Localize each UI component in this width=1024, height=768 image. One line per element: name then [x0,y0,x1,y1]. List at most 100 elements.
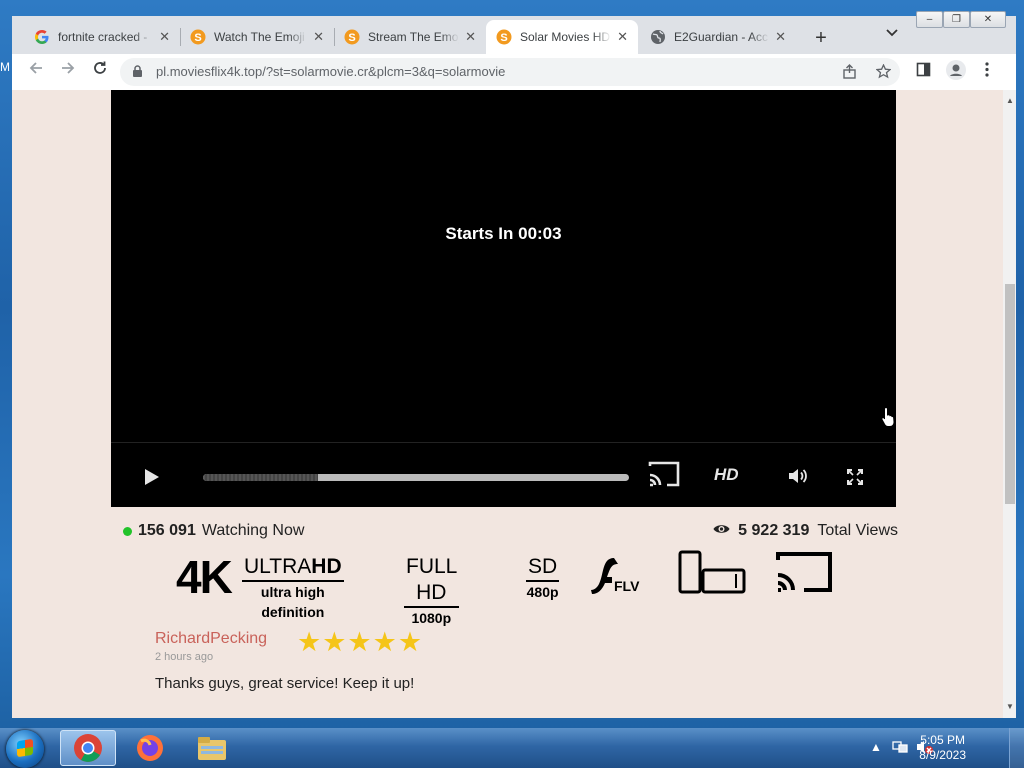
network-icon[interactable] [892,739,908,758]
hd-text: HD [311,555,342,578]
fullhd-text: FULL HD [404,554,459,608]
taskbar-firefox[interactable] [122,730,178,766]
desktop-edge-letter: M [0,60,10,74]
total-views-stat: 5 922 319 Total Views [713,522,898,540]
page-scrollbar[interactable]: ▲ ▼ [1003,90,1016,718]
play-icon[interactable] [142,468,160,491]
reload-icon [94,61,106,74]
countdown-text: Starts In 00:03 [445,224,562,243]
taskbar-chrome[interactable] [60,730,116,766]
close-window-button[interactable]: ✕ [970,11,1006,28]
new-tab-button[interactable]: + [807,25,835,53]
clock-date: 8/9/2023 [919,748,966,762]
tab-strip: fortnite cracked - ✕ S Watch The Emoji ✕… [12,16,1016,54]
globe-icon [650,29,666,45]
arrow-left-icon [29,62,42,74]
badge-sd: SD 480p [526,554,560,602]
forward-button[interactable] [56,60,80,84]
solar-s-icon: S [496,29,512,45]
hand-cursor-icon [881,406,897,433]
watching-count: 156 091 [138,522,196,539]
folder-icon [198,737,226,760]
scrollbar-thumb[interactable] [1005,284,1015,504]
sd-subtitle: 480p [526,584,559,600]
views-count: 5 922 319 [738,522,810,539]
badge-4k: 4K [176,551,233,603]
restore-button[interactable]: ❐ [943,11,970,28]
reload-button[interactable] [88,60,112,84]
fullhd-subtitle: 1080p [411,610,452,626]
tab-stream-emoji[interactable]: S Stream The Emoji ✕ [334,20,486,54]
scroll-down-icon[interactable]: ▼ [1006,702,1014,711]
url-text[interactable]: pl.moviesflix4k.top/?st=solarmovie.cr&pl… [156,64,505,79]
sd-text: SD [526,554,560,582]
scroll-up-icon[interactable]: ▲ [1006,96,1014,105]
devices-icon [678,550,746,599]
hd-toggle[interactable]: HD [714,465,739,485]
arrow-right-icon [62,62,75,74]
rating-stars: ★★★★★ [297,627,424,657]
close-icon[interactable]: ✕ [617,29,628,45]
chromecast-icon [774,550,834,599]
tab-search-button[interactable] [886,26,898,40]
page-content: Starts In 00:03 HD 156 091 Watching Now … [12,90,1003,718]
close-icon[interactable]: ✕ [159,29,170,45]
back-button[interactable] [24,60,48,84]
tab-title: E2Guardian - Acc [674,30,769,44]
watching-now-stat: 156 091 Watching Now [123,522,304,540]
lock-icon [133,65,142,77]
svg-text:S: S [348,32,355,44]
fullscreen-icon[interactable] [846,468,864,490]
badge-full-hd: FULL HD 1080p [404,554,459,628]
side-panel-icon[interactable] [916,62,931,81]
share-icon[interactable] [842,64,857,83]
review-text: Thanks guys, great service! Keep it up! [155,675,415,692]
tab-watch-emoji[interactable]: S Watch The Emoji ✕ [180,20,334,54]
windows-logo-icon [17,738,33,758]
bookmark-star-icon[interactable] [875,63,892,83]
flv-text: FLV [614,578,640,594]
firefox-icon [137,735,163,761]
taskbar-explorer[interactable] [184,730,240,766]
chevron-down-icon [886,29,898,37]
tab-fortnite[interactable]: fortnite cracked - ✕ [24,20,180,54]
browser-window: fortnite cracked - ✕ S Watch The Emoji ✕… [12,16,1016,718]
system-clock[interactable]: 5:05 PM 8/9/2023 [919,733,966,763]
more-menu-icon[interactable] [984,62,990,81]
close-icon[interactable]: ✕ [775,29,786,45]
show-desktop-button[interactable] [1009,728,1024,768]
watching-label: Watching Now [201,522,305,539]
close-icon[interactable]: ✕ [313,29,324,45]
profile-avatar-icon[interactable] [946,60,966,84]
svg-text:S: S [194,32,201,44]
video-player[interactable]: Starts In 00:03 HD [111,90,896,507]
clock-time: 5:05 PM [920,733,965,747]
player-controls: HD [111,442,896,508]
svg-text:S: S [500,32,507,44]
cast-icon[interactable] [648,461,680,492]
eye-icon [713,522,730,540]
ultra-subtitle: ultra high definition [260,584,325,620]
badge-ultra-hd: ULTRAHD ultra high definition [242,554,344,622]
solar-s-icon: S [190,29,206,45]
tab-solar-movies[interactable]: S Solar Movies HD ✕ [486,20,638,54]
close-icon[interactable]: ✕ [465,29,476,45]
taskbar: ▲ 5:05 PM 8/9/2023 [0,728,1024,768]
online-dot [123,526,132,536]
views-label: Total Views [817,522,898,539]
tab-title: Solar Movies HD [520,30,611,44]
browser-toolbar: pl.moviesflix4k.top/?st=solarmovie.cr&pl… [12,54,1016,90]
google-g-icon [34,29,50,45]
address-bar[interactable]: pl.moviesflix4k.top/?st=solarmovie.cr&pl… [120,58,900,86]
tab-title: Watch The Emoji [214,30,305,44]
minimize-button[interactable]: – [916,11,943,28]
progress-fill [203,474,319,481]
ultra-text: ULTRA [244,555,312,578]
tab-e2guardian[interactable]: E2Guardian - Acc ✕ [640,20,796,54]
progress-bar[interactable] [203,474,629,481]
tray-overflow-icon[interactable]: ▲ [870,740,882,754]
start-button[interactable] [6,730,44,768]
tab-title: fortnite cracked - [58,30,148,44]
chrome-icon [74,734,102,762]
volume-icon[interactable] [788,467,808,490]
